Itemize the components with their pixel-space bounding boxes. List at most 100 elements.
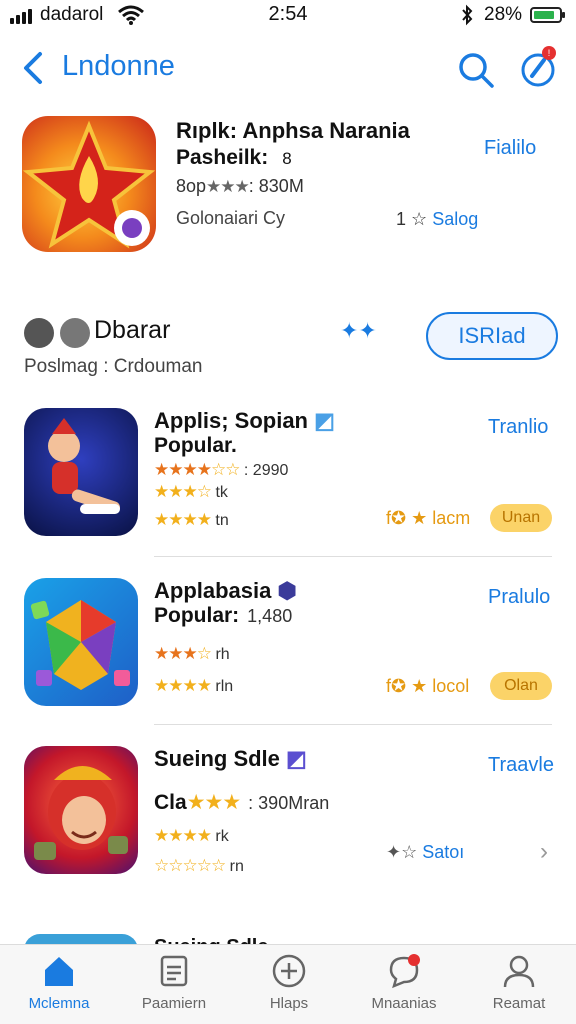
rating-count: rln [215, 678, 234, 695]
tab-home[interactable]: Mclemna [4, 953, 114, 1012]
rating-row: ★★★★ tn [154, 510, 229, 530]
featured-developer: Golonaiari Cy [176, 208, 286, 228]
rating-row: ☆☆☆☆☆ rn [154, 856, 244, 876]
rating-stars: ★★★★ [154, 676, 212, 695]
rating-count: rh [215, 646, 230, 663]
app-pill-button[interactable]: Olan [490, 672, 552, 700]
tab-documents[interactable]: Paamiern [119, 953, 229, 1012]
status-bar: dadarol 2:54 28% [0, 0, 576, 34]
list-item[interactable]: Applis; Sopian ◩ Popular. ★★★★☆☆ : 2990 … [0, 408, 576, 558]
rating-stars: ★★★★ [154, 460, 212, 479]
app-title-text: Applabasia [154, 578, 272, 603]
back-chevron-icon[interactable] [16, 48, 50, 88]
rating-count: tn [215, 512, 229, 529]
app-tag: ✦☆ Satoı [386, 842, 464, 863]
category-count: : 390Mran [248, 793, 330, 813]
section-icons [24, 318, 90, 348]
app-get-button[interactable]: Pralulo [488, 586, 550, 609]
count-number: 1 [396, 209, 407, 229]
app-title: Sueing Sdle ◩ [154, 746, 307, 772]
rating-stars: ★★★ [206, 177, 250, 196]
search-icon[interactable] [456, 50, 496, 90]
sparkle-star-icon: ✦☆ [386, 842, 418, 862]
rating-count: : 2990 [243, 462, 289, 479]
rating-stars: ★★★★ [154, 826, 212, 845]
star-flame-icon [22, 120, 156, 249]
tab-label: Mnaanias [371, 995, 437, 1012]
app-get-button[interactable]: Traavle [488, 754, 554, 777]
featured-get-button[interactable]: Fialilo [484, 137, 536, 160]
rating-row: ★★★★ rk [154, 826, 229, 846]
tab-label: Hlaps [269, 995, 309, 1012]
rating-prefix: 8op [176, 176, 207, 196]
rating-stars: ★★★ [154, 644, 198, 663]
person-icon [503, 955, 535, 988]
tab-add[interactable]: Hlaps [234, 953, 344, 1012]
notification-badge: ! [542, 46, 556, 60]
app-category: Popular. [154, 434, 237, 457]
app-icon [24, 746, 138, 874]
chat-icon [389, 954, 420, 989]
section-action-button[interactable]: ISRIad [426, 312, 558, 360]
count-label: Salog [432, 209, 479, 229]
rating-stars-empty: ☆☆ [210, 460, 241, 479]
section-subtitle: Poslmag : Crdouman [24, 356, 203, 377]
star-outline-icon: ☆ [411, 209, 428, 229]
divider [154, 724, 552, 725]
rating-stars-empty: ☆ [196, 644, 212, 663]
rating-stars: ★★★ [154, 482, 198, 501]
featured-sub-number: 8 [282, 149, 292, 168]
user-circle-icon [60, 318, 90, 348]
badge-icon [24, 318, 54, 348]
featured-sub-label: Pasheilk: [176, 146, 269, 169]
category-label: Cla [154, 791, 187, 814]
app-get-button[interactable]: Tranlio [488, 416, 548, 439]
app-title-text: Applis; Sopian [154, 408, 308, 433]
app-title-text: Sueing Sdle [154, 746, 280, 771]
plus-circle-icon [272, 954, 306, 988]
app-tag-label: Satoı [422, 842, 465, 862]
list-item[interactable]: Applabasia ⬢ Popular: 1,480 ★★★☆ rh ★★★★ … [0, 578, 576, 728]
app-icon [24, 578, 138, 706]
rating-row: ★★★★ rln [154, 676, 233, 696]
featured-app-title: Rıplk: Anphsa Narania [176, 118, 410, 143]
app-pill-button[interactable]: Unan [490, 504, 552, 532]
puzzle-icon: ◩ [314, 408, 335, 433]
rating-stars: ★★★★ [154, 510, 212, 529]
rating-stars-empty: ☆☆☆☆☆ [154, 856, 226, 875]
tab-label: Reamat [492, 995, 546, 1012]
hero-character-icon [34, 766, 128, 860]
app-tag: f✪ ★ locol [386, 676, 470, 696]
app-tag: f✪ ★ lacm [386, 508, 471, 528]
battery-icon [530, 7, 565, 23]
featured-rating: 8op★★★: 830M [176, 176, 304, 197]
rating-row: ★★★☆ rh [154, 644, 230, 664]
tab-label: Mclemna [28, 995, 90, 1012]
app-category: Cla★★★: 390Mran [154, 790, 329, 815]
character-icon [48, 418, 120, 514]
sparkle-icon: ✦✦ [340, 318, 377, 343]
featured-app-subtitle: Pasheilk: 8 [176, 146, 292, 170]
list-item[interactable]: Sueing Sdle ◩ Cla★★★: 390Mran ★★★★ rk ☆☆… [0, 746, 576, 896]
cube-icon [30, 600, 130, 690]
rating-count: rk [215, 828, 229, 845]
bluetooth-icon [462, 4, 473, 26]
rating-stars-empty: ☆ [196, 482, 212, 501]
tab-messages[interactable]: Mnaanias [349, 953, 459, 1012]
document-icon [160, 955, 188, 987]
rating-count: tk [215, 484, 228, 501]
chevron-right-icon[interactable]: › [540, 838, 548, 866]
category-count: 1,480 [247, 606, 293, 626]
divider [154, 556, 552, 557]
battery-percent: 28% [484, 4, 523, 25]
tab-label: Paamiern [141, 995, 207, 1012]
featured-app-icon[interactable] [22, 116, 156, 252]
rating-suffix: : 830M [248, 176, 304, 196]
tab-bar: Mclemna Paamiern Hlaps Mnaanias Reamat [0, 944, 576, 1024]
tab-profile[interactable]: Reamat [464, 953, 574, 1012]
compose-button[interactable]: ! [516, 46, 560, 90]
app-category: Popular: 1,480 [154, 604, 292, 628]
rating-count: rn [229, 858, 244, 875]
rating-row: ★★★☆ tk [154, 482, 228, 502]
category-label: Popular: [154, 604, 240, 627]
